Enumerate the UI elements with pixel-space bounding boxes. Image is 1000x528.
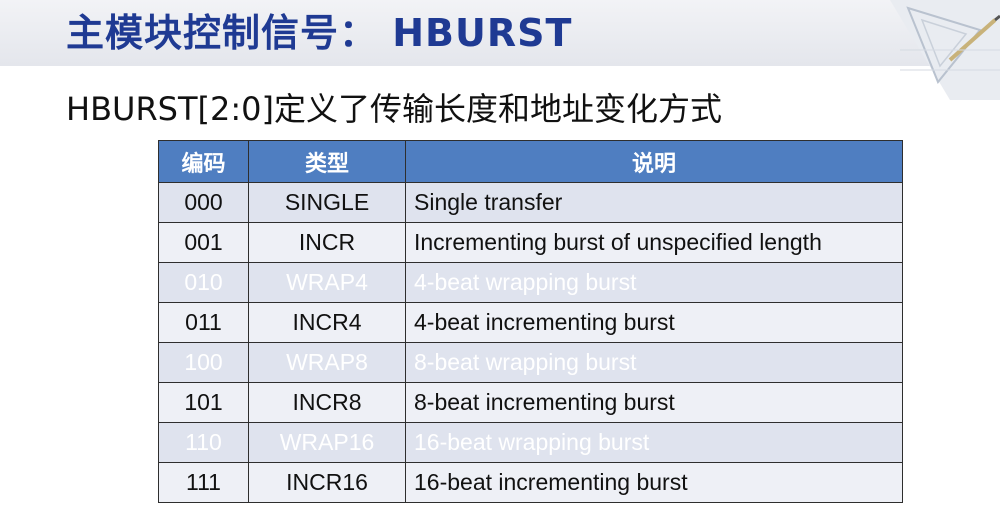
row-type: INCR xyxy=(248,222,406,263)
row-description: 4-beat wrapping burst xyxy=(405,262,903,303)
drafting-tools-decoration xyxy=(890,0,1000,100)
row-description: 4-beat incrementing burst xyxy=(405,302,903,343)
table-header-row: 编码 类型 说明 xyxy=(158,140,903,183)
row-code: 101 xyxy=(158,382,249,423)
hburst-table: 编码 类型 说明 000 SINGLE Single transfer 001 … xyxy=(158,140,903,503)
row-description: Incrementing burst of unspecified length xyxy=(405,222,903,263)
row-code: 000 xyxy=(158,182,249,223)
row-code: 100 xyxy=(158,342,249,383)
header-description: 说明 xyxy=(405,140,903,183)
header-code: 编码 xyxy=(158,140,249,183)
row-type: SINGLE xyxy=(248,182,406,223)
row-description: 8-beat wrapping burst xyxy=(405,342,903,383)
row-type: WRAP16 xyxy=(248,422,406,463)
row-description: 16-beat incrementing burst xyxy=(405,462,903,503)
row-code: 011 xyxy=(158,302,249,343)
header-type: 类型 xyxy=(248,140,406,183)
row-type: INCR8 xyxy=(248,382,406,423)
table-row: 011 INCR4 4-beat incrementing burst xyxy=(158,302,903,343)
row-description: 16-beat wrapping burst xyxy=(405,422,903,463)
table-row: 110 WRAP16 16-beat wrapping burst xyxy=(158,422,903,463)
row-type: WRAP4 xyxy=(248,262,406,303)
row-type: WRAP8 xyxy=(248,342,406,383)
row-code: 001 xyxy=(158,222,249,263)
table-row: 100 WRAP8 8-beat wrapping burst xyxy=(158,342,903,383)
row-code: 110 xyxy=(158,422,249,463)
table-row: 101 INCR8 8-beat incrementing burst xyxy=(158,382,903,423)
row-code: 010 xyxy=(158,262,249,303)
row-type: INCR16 xyxy=(248,462,406,503)
table-row: 111 INCR16 16-beat incrementing burst xyxy=(158,462,903,503)
slide-subtitle: HBURST[2:0]定义了传输长度和地址变化方式 xyxy=(66,90,723,128)
table-row: 001 INCR Incrementing burst of unspecifi… xyxy=(158,222,903,263)
row-description: Single transfer xyxy=(405,182,903,223)
table-row: 000 SINGLE Single transfer xyxy=(158,182,903,223)
row-description: 8-beat incrementing burst xyxy=(405,382,903,423)
table-row: 010 WRAP4 4-beat wrapping burst xyxy=(158,262,903,303)
row-code: 111 xyxy=(158,462,249,503)
row-type: INCR4 xyxy=(248,302,406,343)
slide-title: 主模块控制信号： HBURST xyxy=(66,11,573,55)
